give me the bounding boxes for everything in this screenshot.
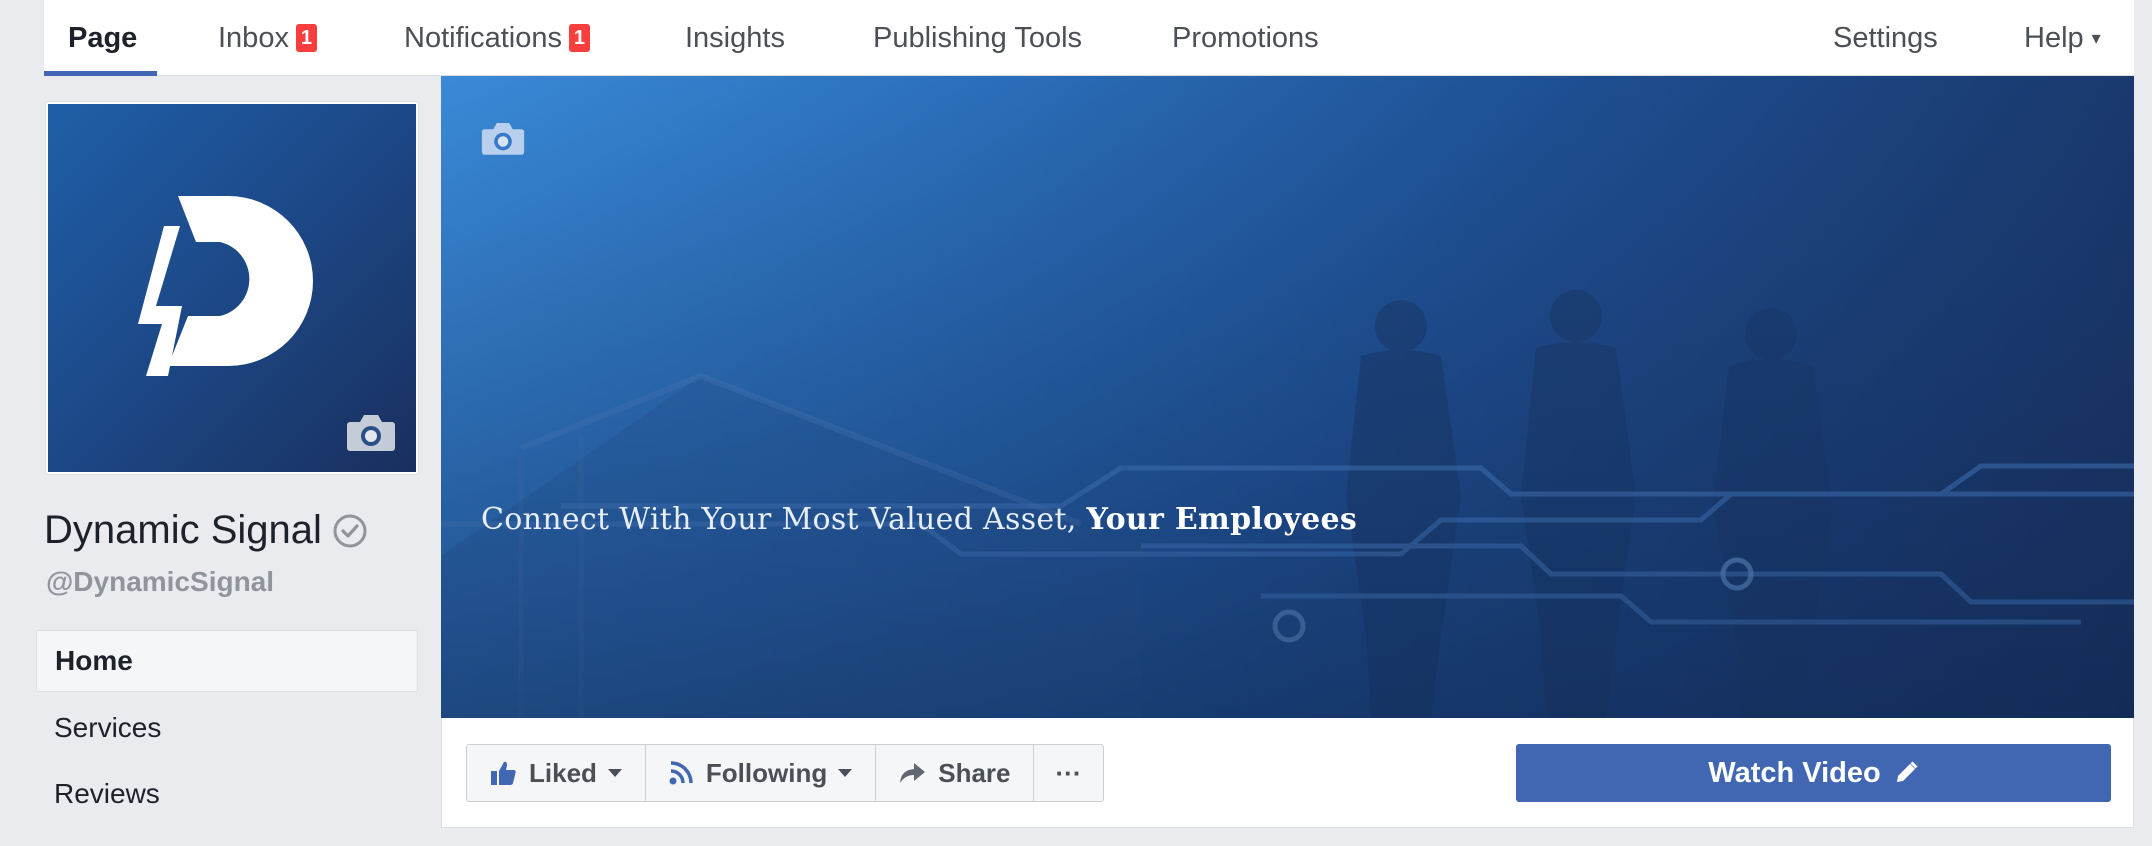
following-button[interactable]: Following	[646, 745, 877, 801]
verified-check-icon	[333, 514, 367, 547]
caret-down-icon	[838, 769, 853, 777]
page-name: Dynamic Signal	[44, 508, 368, 553]
tab-notifications[interactable]: Notifications 1	[404, 0, 590, 76]
tab-promotions[interactable]: Promotions	[1172, 0, 1319, 76]
rss-feed-icon	[669, 761, 693, 785]
pencil-edit-icon[interactable]	[1893, 760, 1919, 786]
dynamic-signal-logo	[138, 196, 313, 376]
tab-notifications-label: Notifications	[404, 21, 562, 54]
page-actions-group: Liked Following Share ···	[466, 744, 1105, 802]
watch-video-button[interactable]: Watch Video	[1516, 744, 2111, 802]
sidebar-item-reviews[interactable]: Reviews	[36, 764, 418, 824]
tab-insights[interactable]: Insights	[685, 0, 785, 76]
camera-icon[interactable]	[481, 120, 525, 156]
caret-down-icon	[607, 769, 622, 777]
share-label: Share	[938, 757, 1011, 788]
following-label: Following	[705, 757, 828, 788]
page-handle[interactable]: @DynamicSignal	[46, 566, 274, 598]
thumbs-up-icon	[491, 761, 516, 785]
sidebar-item-label: Services	[54, 712, 162, 743]
more-options-icon: ···	[1055, 757, 1082, 788]
liked-button[interactable]: Liked	[467, 745, 646, 801]
notifications-count-badge: 1	[568, 24, 590, 52]
help-menu[interactable]: Help ▾	[2024, 0, 2101, 76]
tab-inbox-label: Inbox	[218, 21, 289, 54]
cover-tagline-bold: Your Employees	[1086, 502, 1358, 537]
tab-inbox[interactable]: Inbox 1	[218, 0, 317, 76]
page-action-bar: Liked Following Share ··· Watch Video	[441, 718, 2134, 828]
liked-label: Liked	[529, 757, 597, 788]
profile-picture[interactable]	[46, 102, 418, 474]
settings-link[interactable]: Settings	[1833, 0, 1938, 76]
page-top-nav: Page Inbox 1 Notifications 1 Insights Pu…	[43, 0, 2134, 76]
help-label: Help	[2024, 21, 2084, 54]
share-button[interactable]: Share	[876, 745, 1034, 801]
tab-insights-label: Insights	[685, 21, 785, 54]
page-sidebar-nav: Home Services Reviews	[36, 630, 418, 830]
tab-page[interactable]: Page	[43, 0, 158, 76]
page-name-text: Dynamic Signal	[44, 508, 322, 552]
tab-promotions-label: Promotions	[1172, 21, 1319, 54]
sidebar-item-label: Reviews	[54, 778, 160, 809]
cover-tagline-regular: Connect With Your Most Valued Asset,	[481, 502, 1087, 537]
cover-tagline: Connect With Your Most Valued Asset, You…	[481, 502, 1357, 537]
sidebar-item-label: Home	[55, 645, 133, 676]
cover-photo[interactable]: Connect With Your Most Valued Asset, You…	[441, 76, 2134, 718]
inbox-count-badge: 1	[295, 24, 317, 52]
tab-publishing-tools[interactable]: Publishing Tools	[873, 0, 1082, 76]
sidebar-item-home[interactable]: Home	[36, 630, 418, 692]
tab-publishing-tools-label: Publishing Tools	[873, 21, 1083, 54]
sidebar-item-services[interactable]: Services	[36, 698, 418, 758]
camera-icon[interactable]	[346, 412, 396, 452]
settings-label: Settings	[1833, 21, 1938, 54]
cover-artwork	[441, 76, 2134, 718]
more-options-button[interactable]: ···	[1034, 745, 1104, 801]
caret-down-icon: ▾	[2091, 27, 2101, 48]
watch-video-label: Watch Video	[1708, 756, 1881, 789]
share-arrow-icon	[900, 763, 926, 783]
tab-page-label: Page	[68, 21, 138, 54]
